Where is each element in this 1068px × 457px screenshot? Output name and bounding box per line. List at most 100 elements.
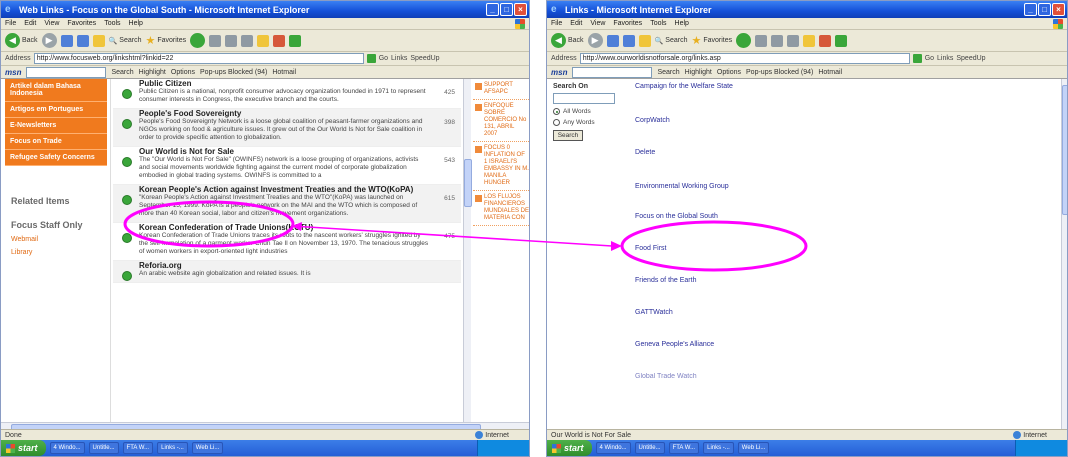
minimize-button[interactable]: _ bbox=[486, 3, 499, 16]
popup-blocker-button[interactable]: Pop-ups Blocked (94) bbox=[200, 69, 267, 76]
highlight-button[interactable]: Highlight bbox=[685, 69, 712, 76]
radio-any-words[interactable]: Any Words bbox=[553, 119, 621, 126]
go-arrow-icon[interactable] bbox=[366, 54, 376, 63]
menu-help[interactable]: Help bbox=[129, 20, 143, 27]
address-input[interactable]: http://www.focusweb.org/linkshtml?linkid… bbox=[33, 53, 364, 64]
menu-favorites[interactable]: Favorites bbox=[67, 20, 96, 27]
menu-edit[interactable]: Edit bbox=[570, 20, 582, 27]
nav-item-refugee[interactable]: Refugee Safety Concerns bbox=[5, 150, 107, 166]
menu-tools[interactable]: Tools bbox=[650, 20, 666, 27]
options-button[interactable]: Options bbox=[717, 69, 741, 76]
close-button[interactable]: × bbox=[514, 3, 527, 16]
partner-link[interactable]: Delete bbox=[635, 149, 655, 156]
news-item[interactable]: ENFOQUE SOBRE COMERCIO No 131, ABRIL 200… bbox=[473, 100, 529, 142]
partner-link[interactable]: CorpWatch bbox=[635, 117, 670, 124]
menu-tools[interactable]: Tools bbox=[104, 20, 120, 27]
radio-unselected-icon[interactable] bbox=[553, 119, 560, 126]
maximize-button[interactable]: □ bbox=[1038, 3, 1051, 16]
link-icon[interactable] bbox=[122, 119, 132, 129]
edit-icon[interactable] bbox=[803, 34, 816, 47]
link-title[interactable]: People's Food Sovereignty bbox=[139, 109, 431, 118]
news-item[interactable]: FOCUS 0 INFLATION OF 1 ISRAELI'S EMBASSY… bbox=[473, 142, 529, 191]
partner-link[interactable]: Food First bbox=[635, 245, 667, 252]
forward-button[interactable]: ▶ bbox=[587, 33, 603, 48]
list-scrollbar[interactable] bbox=[463, 79, 472, 431]
partner-link[interactable]: Friends of the Earth bbox=[635, 277, 696, 284]
partner-link[interactable]: Geneva People's Alliance bbox=[635, 341, 714, 348]
taskbar-item[interactable]: Links -... bbox=[157, 442, 188, 454]
menu-view[interactable]: View bbox=[44, 20, 59, 27]
go-button[interactable]: Go bbox=[379, 55, 388, 62]
hotmail-button[interactable]: Hotmail bbox=[272, 69, 296, 76]
link-icon[interactable] bbox=[122, 233, 132, 243]
maximize-button[interactable]: □ bbox=[500, 3, 513, 16]
partner-link[interactable]: Environmental Working Group bbox=[635, 183, 729, 190]
highlight-button[interactable]: Highlight bbox=[139, 69, 166, 76]
link-icon[interactable] bbox=[122, 195, 132, 205]
link-icon[interactable] bbox=[122, 271, 132, 281]
favorites-button[interactable]: ★ Favorites bbox=[691, 34, 732, 47]
print-icon[interactable] bbox=[787, 34, 800, 47]
home-icon[interactable] bbox=[92, 34, 105, 47]
msn-search-button[interactable]: Search bbox=[111, 69, 133, 76]
scrollbar-thumb[interactable] bbox=[1062, 85, 1067, 215]
edit-icon[interactable] bbox=[257, 34, 270, 47]
favorites-button[interactable]: ★ Favorites bbox=[145, 34, 186, 47]
menu-file[interactable]: File bbox=[5, 20, 16, 27]
radio-selected-icon[interactable] bbox=[553, 108, 560, 115]
news-item[interactable]: LOS FLUJOS FINANCIEROS MUNDIALES DE MATE… bbox=[473, 191, 529, 226]
menu-favorites[interactable]: Favorites bbox=[613, 20, 642, 27]
forward-button[interactable]: ▶ bbox=[41, 33, 57, 48]
options-button[interactable]: Options bbox=[171, 69, 195, 76]
search-button[interactable]: 🔍 Search bbox=[109, 37, 142, 45]
print-icon[interactable] bbox=[241, 34, 254, 47]
msn-search-input[interactable] bbox=[26, 66, 107, 78]
messenger-icon[interactable] bbox=[289, 34, 302, 47]
radio-all-words[interactable]: All Words bbox=[553, 108, 621, 115]
link-title[interactable]: Public Citizen bbox=[139, 79, 431, 88]
link-icon[interactable] bbox=[122, 89, 132, 99]
taskbar-item[interactable]: Untitle... bbox=[634, 442, 665, 454]
links-label[interactable]: Links bbox=[937, 55, 953, 62]
link-icon[interactable] bbox=[122, 157, 132, 167]
go-button[interactable]: Go bbox=[925, 55, 934, 62]
mail-icon[interactable] bbox=[225, 34, 238, 47]
media-icon[interactable] bbox=[190, 33, 206, 48]
nav-item-newsletters[interactable]: E-Newsletters bbox=[5, 118, 107, 134]
media-icon[interactable] bbox=[736, 33, 752, 48]
scrollbar-thumb[interactable] bbox=[464, 159, 472, 207]
taskbar-item[interactable]: FTA W... bbox=[668, 442, 700, 454]
site-search-input[interactable] bbox=[553, 93, 615, 104]
msn-search-button[interactable]: Search bbox=[657, 69, 679, 76]
msn-search-input[interactable] bbox=[572, 66, 653, 78]
popup-blocker-button[interactable]: Pop-ups Blocked (94) bbox=[746, 69, 813, 76]
nav-item-portugues[interactable]: Artigos em Portugues bbox=[5, 102, 107, 118]
refresh-icon[interactable] bbox=[76, 34, 89, 47]
page-scrollbar[interactable] bbox=[1061, 79, 1067, 431]
start-button[interactable]: start bbox=[1, 440, 46, 456]
back-button[interactable]: ◀ Back bbox=[5, 33, 38, 48]
taskbar-item[interactable]: 4 Windo... bbox=[49, 442, 85, 454]
close-button[interactable]: × bbox=[1052, 3, 1065, 16]
mail-icon[interactable] bbox=[771, 34, 784, 47]
partner-link-focus-global-south[interactable]: Focus on the Global South bbox=[635, 213, 718, 220]
partner-link[interactable]: GATTWatch bbox=[635, 309, 673, 316]
taskbar-item[interactable]: 4 Windo... bbox=[595, 442, 631, 454]
partner-link[interactable]: Global Trade Watch bbox=[635, 373, 697, 380]
discuss-icon[interactable] bbox=[819, 34, 832, 47]
site-search-button[interactable]: Search bbox=[553, 130, 583, 141]
taskbar-item[interactable]: Web Li... bbox=[737, 442, 770, 454]
menu-edit[interactable]: Edit bbox=[24, 20, 36, 27]
stop-icon[interactable] bbox=[606, 34, 619, 47]
menu-help[interactable]: Help bbox=[675, 20, 689, 27]
go-arrow-icon[interactable] bbox=[912, 54, 922, 63]
webmail-link[interactable]: Webmail bbox=[11, 236, 110, 243]
taskbar-item[interactable]: Links -... bbox=[703, 442, 734, 454]
refresh-icon[interactable] bbox=[622, 34, 635, 47]
link-title[interactable]: Korean People's Action against Investmen… bbox=[139, 185, 431, 194]
address-input[interactable]: http://www.ourworldisnotforsale.org/link… bbox=[579, 53, 910, 64]
taskbar-item[interactable]: FTA W... bbox=[122, 442, 154, 454]
library-link[interactable]: Library bbox=[11, 249, 110, 256]
messenger-icon[interactable] bbox=[835, 34, 848, 47]
stop-icon[interactable] bbox=[60, 34, 73, 47]
